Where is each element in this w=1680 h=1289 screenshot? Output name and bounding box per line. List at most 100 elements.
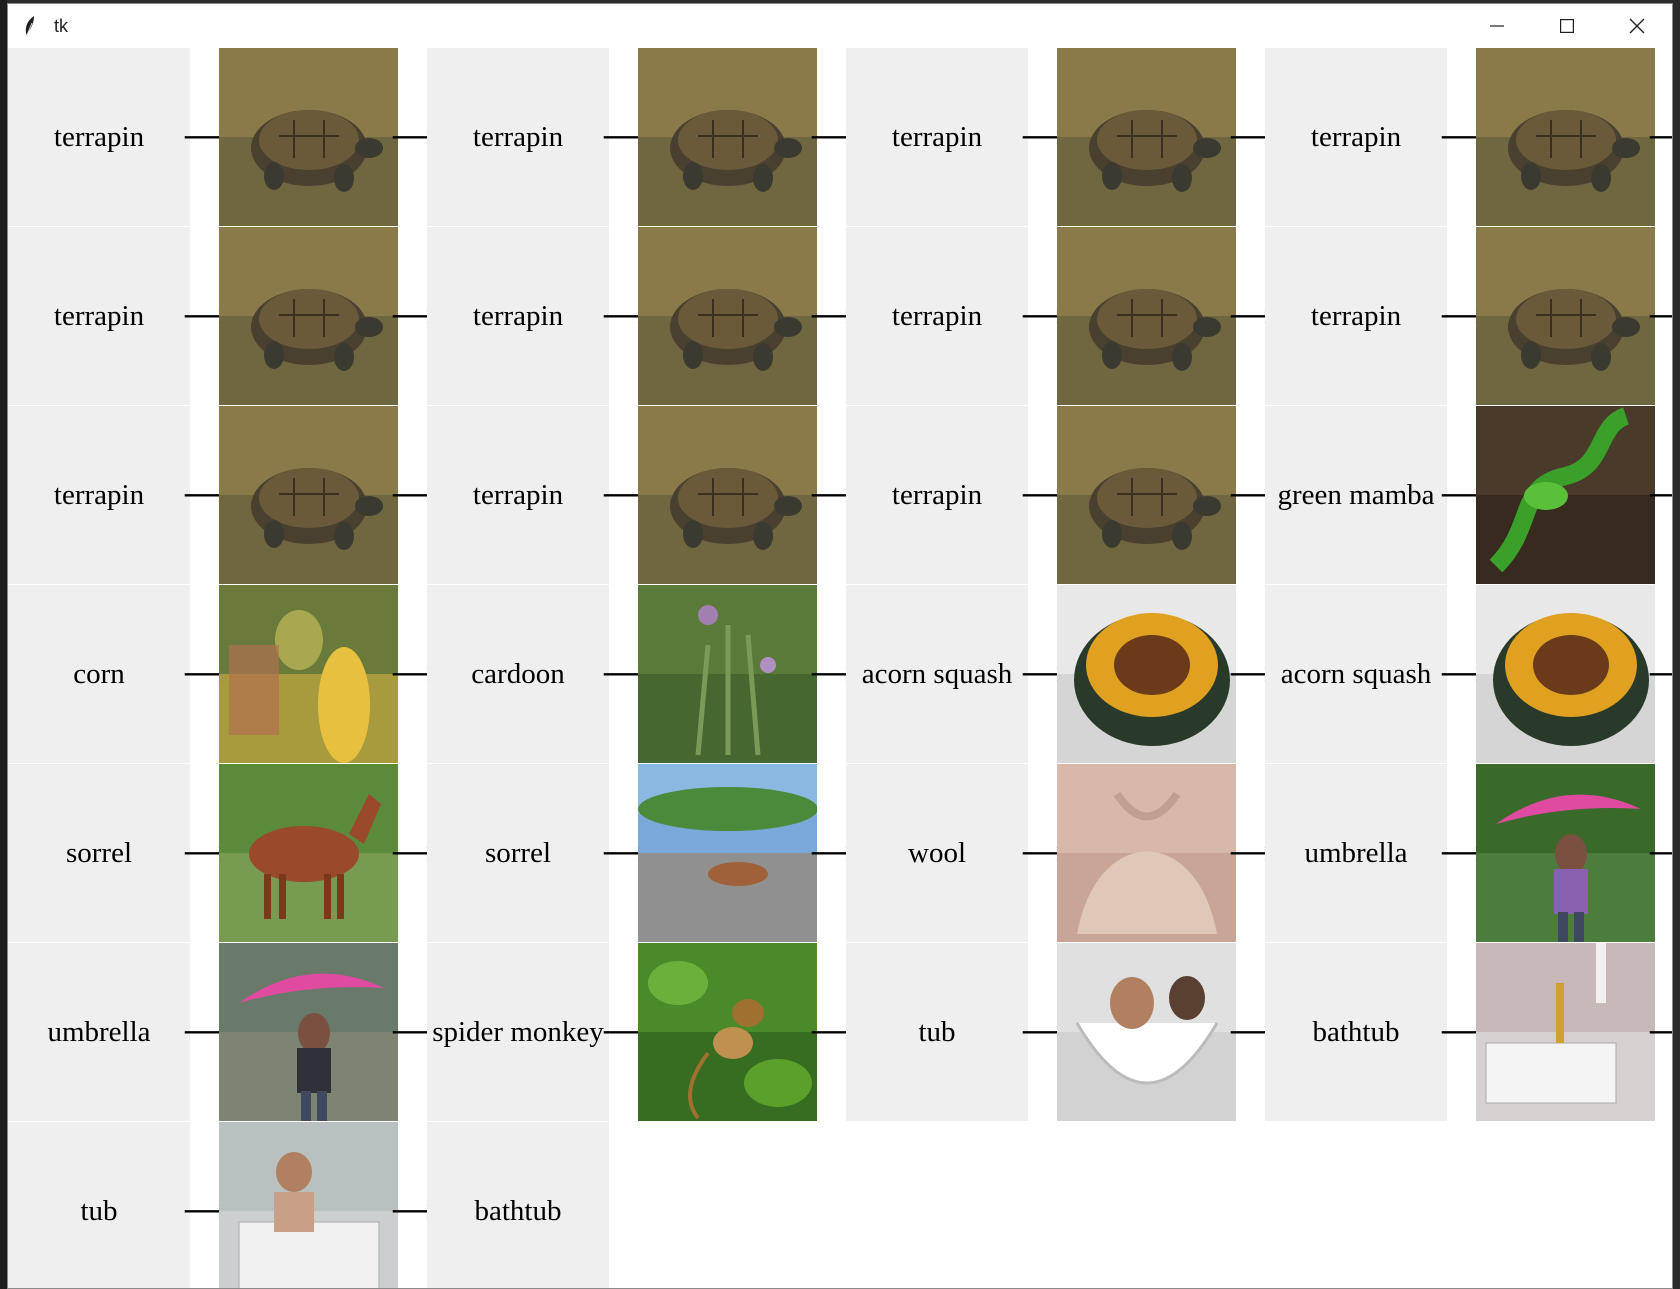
image-acorn-squash: [1476, 585, 1655, 764]
image-terrapin: [638, 227, 817, 406]
image-terrapin: [219, 227, 398, 406]
image-chain-grid: terrapin ⟶ ⟶ terrapin ⟶ ⟶ terrapin ⟶ ⟶ t…: [8, 48, 1672, 1288]
class-label: acorn squash: [846, 585, 1028, 764]
image-terrapin: [1476, 227, 1655, 406]
arrow-icon: ⟶: [602, 406, 645, 585]
arrow-icon: ⟶: [1021, 585, 1064, 764]
arrow-icon: ⟶: [391, 48, 434, 227]
arrow-icon: ⟶: [1440, 227, 1483, 406]
arrow-icon: ⟶: [810, 585, 853, 764]
maximize-icon: [1560, 19, 1574, 33]
image-bathtub: [1476, 943, 1655, 1122]
window-controls: [1462, 4, 1672, 48]
class-label: terrapin: [846, 406, 1028, 585]
arrow-icon: ⟶: [391, 585, 434, 764]
arrow-icon: ⟶: [1229, 48, 1272, 227]
arrow-icon: ⟶: [1648, 764, 1672, 943]
arrow-icon: ⟶: [1021, 764, 1064, 943]
empty-cell: [1265, 1122, 1447, 1288]
image-terrapin: [219, 406, 398, 585]
image-sorrel: [219, 764, 398, 943]
image-tub-person: [219, 1122, 398, 1288]
arrow-icon: ⟶: [1440, 406, 1483, 585]
minimize-button[interactable]: [1462, 4, 1532, 48]
class-label: terrapin: [1265, 48, 1447, 227]
class-label: terrapin: [1265, 227, 1447, 406]
desktop-background-strip: [0, 0, 7, 1289]
image-green-mamba: [1476, 406, 1655, 585]
arrow-icon: ⟶: [391, 406, 434, 585]
arrow-icon: ⟶: [1648, 943, 1672, 1122]
close-icon: [1629, 18, 1645, 34]
image-corn: [219, 585, 398, 764]
close-button[interactable]: [1602, 4, 1672, 48]
arrow-icon: ⟶: [183, 943, 226, 1122]
class-label: bathtub: [1265, 943, 1447, 1122]
arrow-icon: ⟶: [602, 48, 645, 227]
image-terrapin: [1057, 406, 1236, 585]
arrow-icon: ⟶: [810, 406, 853, 585]
arrow-icon: ⟶: [183, 48, 226, 227]
class-label: terrapin: [8, 227, 190, 406]
image-wool: [1057, 764, 1236, 943]
arrow-icon: ⟶: [1021, 943, 1064, 1122]
image-terrapin: [638, 48, 817, 227]
empty-cell: [1655, 1122, 1672, 1288]
arrow-icon: ⟶: [183, 406, 226, 585]
empty-cell: [1447, 1122, 1476, 1288]
arrow-icon: ⟶: [391, 1122, 434, 1288]
empty-cell: [846, 1122, 1028, 1288]
arrow-icon: ⟶: [1021, 406, 1064, 585]
image-tub: [1057, 943, 1236, 1122]
arrow-icon: ⟶: [391, 943, 434, 1122]
arrow-icon: ⟶: [1648, 406, 1672, 585]
arrow-icon: ⟶: [602, 764, 645, 943]
arrow-icon: ⟶: [602, 585, 645, 764]
class-label: green mamba: [1265, 406, 1447, 585]
class-label: spider monkey: [427, 943, 609, 1122]
image-sorrel-field: [638, 764, 817, 943]
empty-cell: [1476, 1122, 1655, 1288]
class-label: corn: [8, 585, 190, 764]
arrow-icon: ⟶: [1440, 585, 1483, 764]
class-label: terrapin: [8, 48, 190, 227]
arrow-icon: ⟶: [391, 764, 434, 943]
arrow-icon: ⟶: [1440, 764, 1483, 943]
class-label: wool: [846, 764, 1028, 943]
empty-cell: [817, 1122, 846, 1288]
minimize-icon: [1490, 25, 1504, 27]
arrow-icon: ⟶: [1648, 48, 1672, 227]
image-cardoon: [638, 585, 817, 764]
class-label: sorrel: [427, 764, 609, 943]
empty-cell: [1236, 1122, 1265, 1288]
image-terrapin: [219, 48, 398, 227]
class-label: acorn squash: [1265, 585, 1447, 764]
title-bar[interactable]: tk: [8, 4, 1672, 48]
empty-cell: [1057, 1122, 1236, 1288]
arrow-icon: ⟶: [1648, 227, 1672, 406]
class-label: terrapin: [427, 227, 609, 406]
arrow-icon: ⟶: [602, 227, 645, 406]
arrow-icon: ⟶: [1021, 48, 1064, 227]
class-label: terrapin: [8, 406, 190, 585]
class-label: cardoon: [427, 585, 609, 764]
arrow-icon: ⟶: [810, 943, 853, 1122]
arrow-icon: ⟶: [810, 764, 853, 943]
arrow-icon: ⟶: [391, 227, 434, 406]
class-label: umbrella: [8, 943, 190, 1122]
arrow-icon: ⟶: [1229, 943, 1272, 1122]
feather-icon: [8, 4, 52, 48]
class-label: umbrella: [1265, 764, 1447, 943]
class-label: terrapin: [846, 227, 1028, 406]
arrow-icon: ⟶: [1648, 585, 1672, 764]
image-acorn-squash: [1057, 585, 1236, 764]
arrow-icon: ⟶: [810, 48, 853, 227]
arrow-icon: ⟶: [1229, 585, 1272, 764]
image-umbrella-person: [219, 943, 398, 1122]
class-label: terrapin: [427, 406, 609, 585]
arrow-icon: ⟶: [1440, 943, 1483, 1122]
maximize-button[interactable]: [1532, 4, 1602, 48]
image-spider-monkey: [638, 943, 817, 1122]
arrow-icon: ⟶: [183, 585, 226, 764]
class-label: tub: [846, 943, 1028, 1122]
